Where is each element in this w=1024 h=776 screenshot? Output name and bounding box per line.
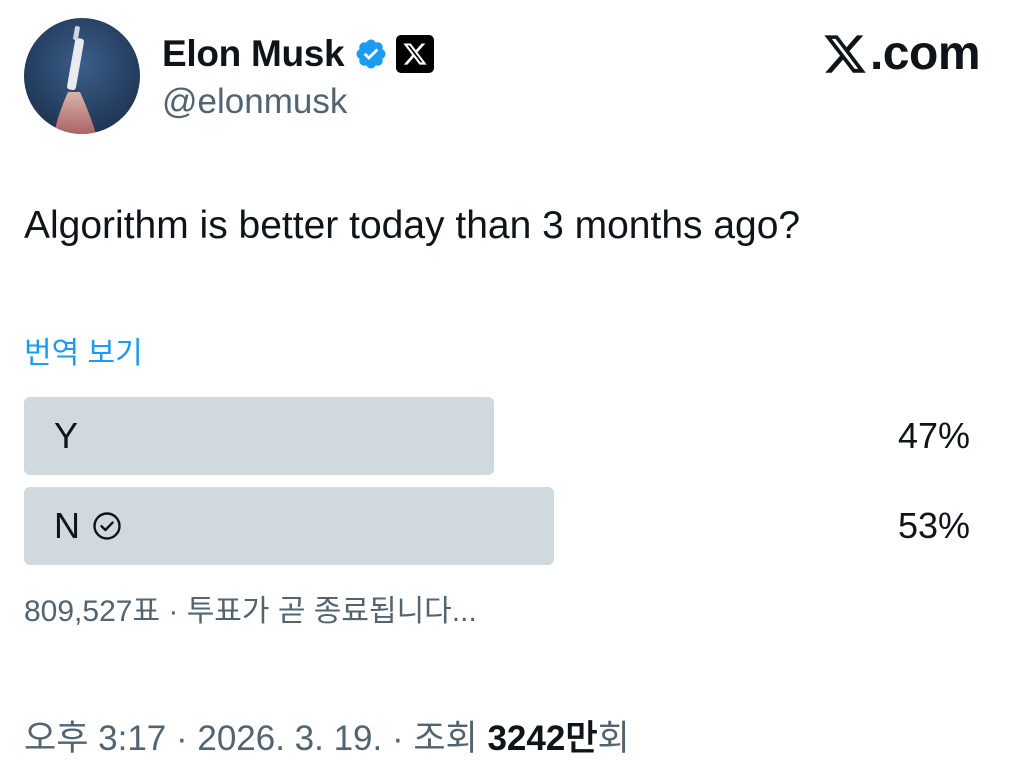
timestamp[interactable]: 오후 3:17 · 2026. 3. 19. · 조회 [24, 719, 487, 758]
poll-option-percent: 53% [897, 505, 970, 546]
avatar[interactable] [24, 18, 140, 134]
verified-badge-icon[interactable] [354, 37, 388, 71]
views-count: 3242만 [487, 719, 598, 758]
brand-text: .com [869, 27, 981, 80]
rocket-launch-avatar-image [24, 18, 140, 134]
poll-option-label: Y [54, 397, 78, 475]
poll-option-y[interactable]: Y 47% [24, 397, 970, 475]
handle[interactable]: @elonmusk [162, 82, 347, 122]
translate-link[interactable]: 번역 보기 [24, 328, 143, 372]
x-logo-icon [824, 34, 866, 73]
poll-bar [24, 397, 494, 475]
poll-option-text: Y [54, 415, 79, 456]
poll-option-text: N [54, 505, 80, 546]
views-suffix: 회 [597, 719, 630, 758]
check-circle-icon [93, 512, 121, 540]
poll-option-n[interactable]: N 53% [24, 487, 970, 565]
brand-watermark: .com [822, 26, 981, 81]
x-logo-icon[interactable] [396, 35, 435, 73]
poll-option-label: N [54, 487, 122, 565]
poll-meta: 809,527표 · 투표가 곧 종료됩니다... [24, 595, 477, 628]
timestamp-row: 오후 3:17 · 2026. 3. 19. · 조회 3242만회 [24, 710, 630, 761]
author-row: Elon Musk [162, 30, 435, 78]
tweet-text: Algorithm is better today than 3 months … [24, 204, 801, 247]
display-name[interactable]: Elon Musk [162, 33, 345, 75]
poll-option-percent: 47% [897, 415, 970, 456]
